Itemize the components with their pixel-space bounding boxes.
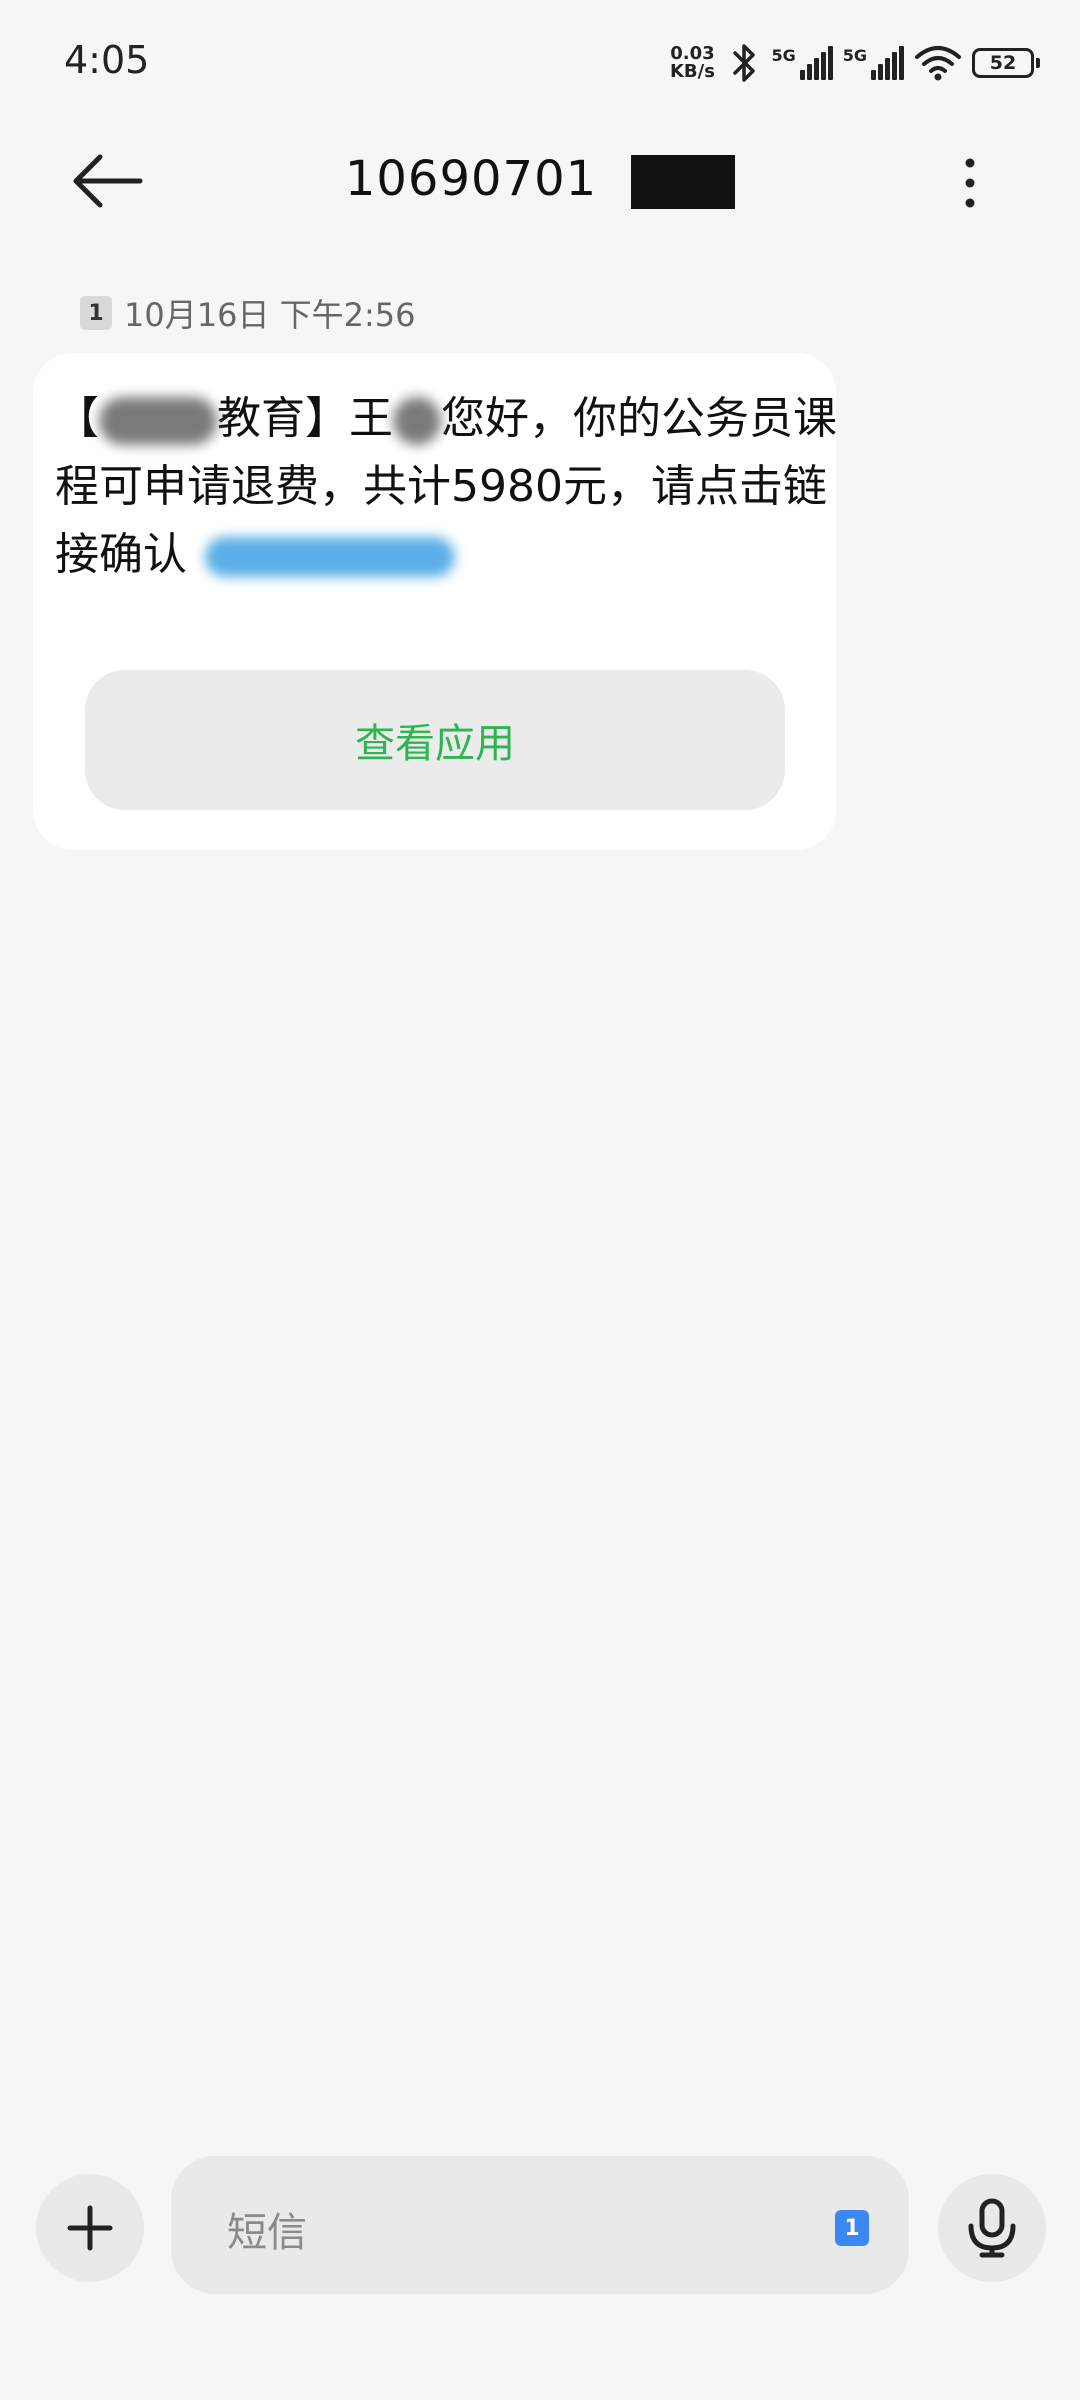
- cellular-signal-1-icon: 5G: [771, 46, 833, 80]
- voice-input-button[interactable]: [938, 2174, 1046, 2282]
- status-time: 4:05: [64, 38, 150, 82]
- signal-1-label: 5G: [771, 46, 796, 65]
- network-speed: 0.03 KB/s: [667, 45, 717, 81]
- wifi-icon: [915, 46, 961, 81]
- battery-icon: 52: [972, 48, 1040, 78]
- status-icons: 0.03 KB/s 5G 5G 52: [667, 38, 1040, 88]
- message-input-placeholder: 短信: [227, 2210, 307, 2256]
- plus-icon: [67, 2205, 113, 2251]
- redacted-sender-blur: [99, 397, 217, 445]
- redacted-name-blur: [393, 397, 441, 445]
- message-timestamp: 10月16日 下午2:56: [124, 296, 416, 334]
- message-input[interactable]: 短信 1: [171, 2156, 909, 2294]
- conversation-header: 10690701: [0, 125, 1080, 235]
- message-bubble[interactable]: 【教育】王 您好，你的公务员课程可申请退费，共计5980元，请点击链接确认 查看应…: [33, 353, 837, 850]
- view-app-button[interactable]: 查看应用: [85, 670, 785, 810]
- sim-selector-badge[interactable]: 1: [835, 2210, 869, 2246]
- bluetooth-icon: [733, 44, 756, 82]
- signal-2-label: 5G: [842, 46, 867, 65]
- message-text-part2: 教育】王: [217, 393, 393, 444]
- sim-slot-badge: 1: [80, 296, 112, 330]
- message-text-part1: 【: [55, 393, 99, 444]
- add-attachment-button[interactable]: [36, 2174, 144, 2282]
- contact-number: 10690701: [344, 151, 598, 207]
- message-text: 【教育】王 您好，你的公务员课程可申请退费，共计5980元，请点击链接确认: [55, 385, 845, 589]
- contact-number-title: 10690701: [0, 151, 1080, 209]
- more-options-icon[interactable]: [955, 155, 985, 211]
- status-bar: 4:05 0.03 KB/s 5G 5G 52: [0, 0, 1080, 125]
- microphone-icon: [968, 2198, 1016, 2258]
- message-meta: 1 10月16日 下午2:56: [80, 290, 415, 336]
- battery-level: 52: [972, 48, 1034, 78]
- network-speed-unit: KB/s: [669, 61, 715, 82]
- redacted-number-box: [631, 155, 736, 209]
- redacted-link-blur[interactable]: [205, 537, 455, 577]
- cellular-signal-2-icon: 5G: [843, 46, 904, 80]
